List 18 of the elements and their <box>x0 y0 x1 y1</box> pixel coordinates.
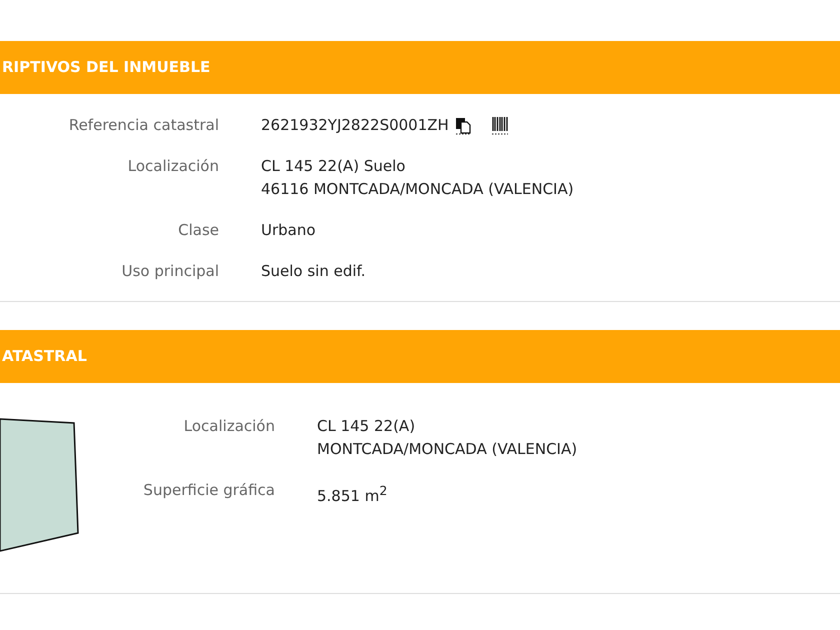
field-value: 46116 MONTCADA/MONCADA (VALENCIA) <box>261 179 574 200</box>
barcode-icon[interactable] <box>490 116 509 136</box>
section-header: ATASTRAL <box>0 330 840 383</box>
field-label: Localización <box>126 156 219 177</box>
section-header: RIPTIVOS DEL INMUEBLE <box>0 41 840 94</box>
field-label: Referencia catastral <box>68 115 219 136</box>
field-label: Superficie gráfica <box>142 480 275 501</box>
field-label: Clase <box>177 220 219 241</box>
field-label: Localización <box>182 416 275 437</box>
field-value: Suelo sin edif. <box>261 261 366 282</box>
copy-icon[interactable] <box>454 116 471 134</box>
field-value: 5.851 m$^{2}$ <box>317 482 388 507</box>
field-value: CL 145 22(A) Suelo <box>261 156 406 177</box>
field-value: MONTCADA/MONCADA (VALENCIA) <box>317 439 578 460</box>
field-value: Urbano <box>261 220 316 241</box>
field-value: CL 145 22(A) <box>317 416 416 437</box>
field-value: 2621932YJ2822S0001ZH <box>261 115 449 136</box>
field-label: Uso principal <box>120 261 219 282</box>
